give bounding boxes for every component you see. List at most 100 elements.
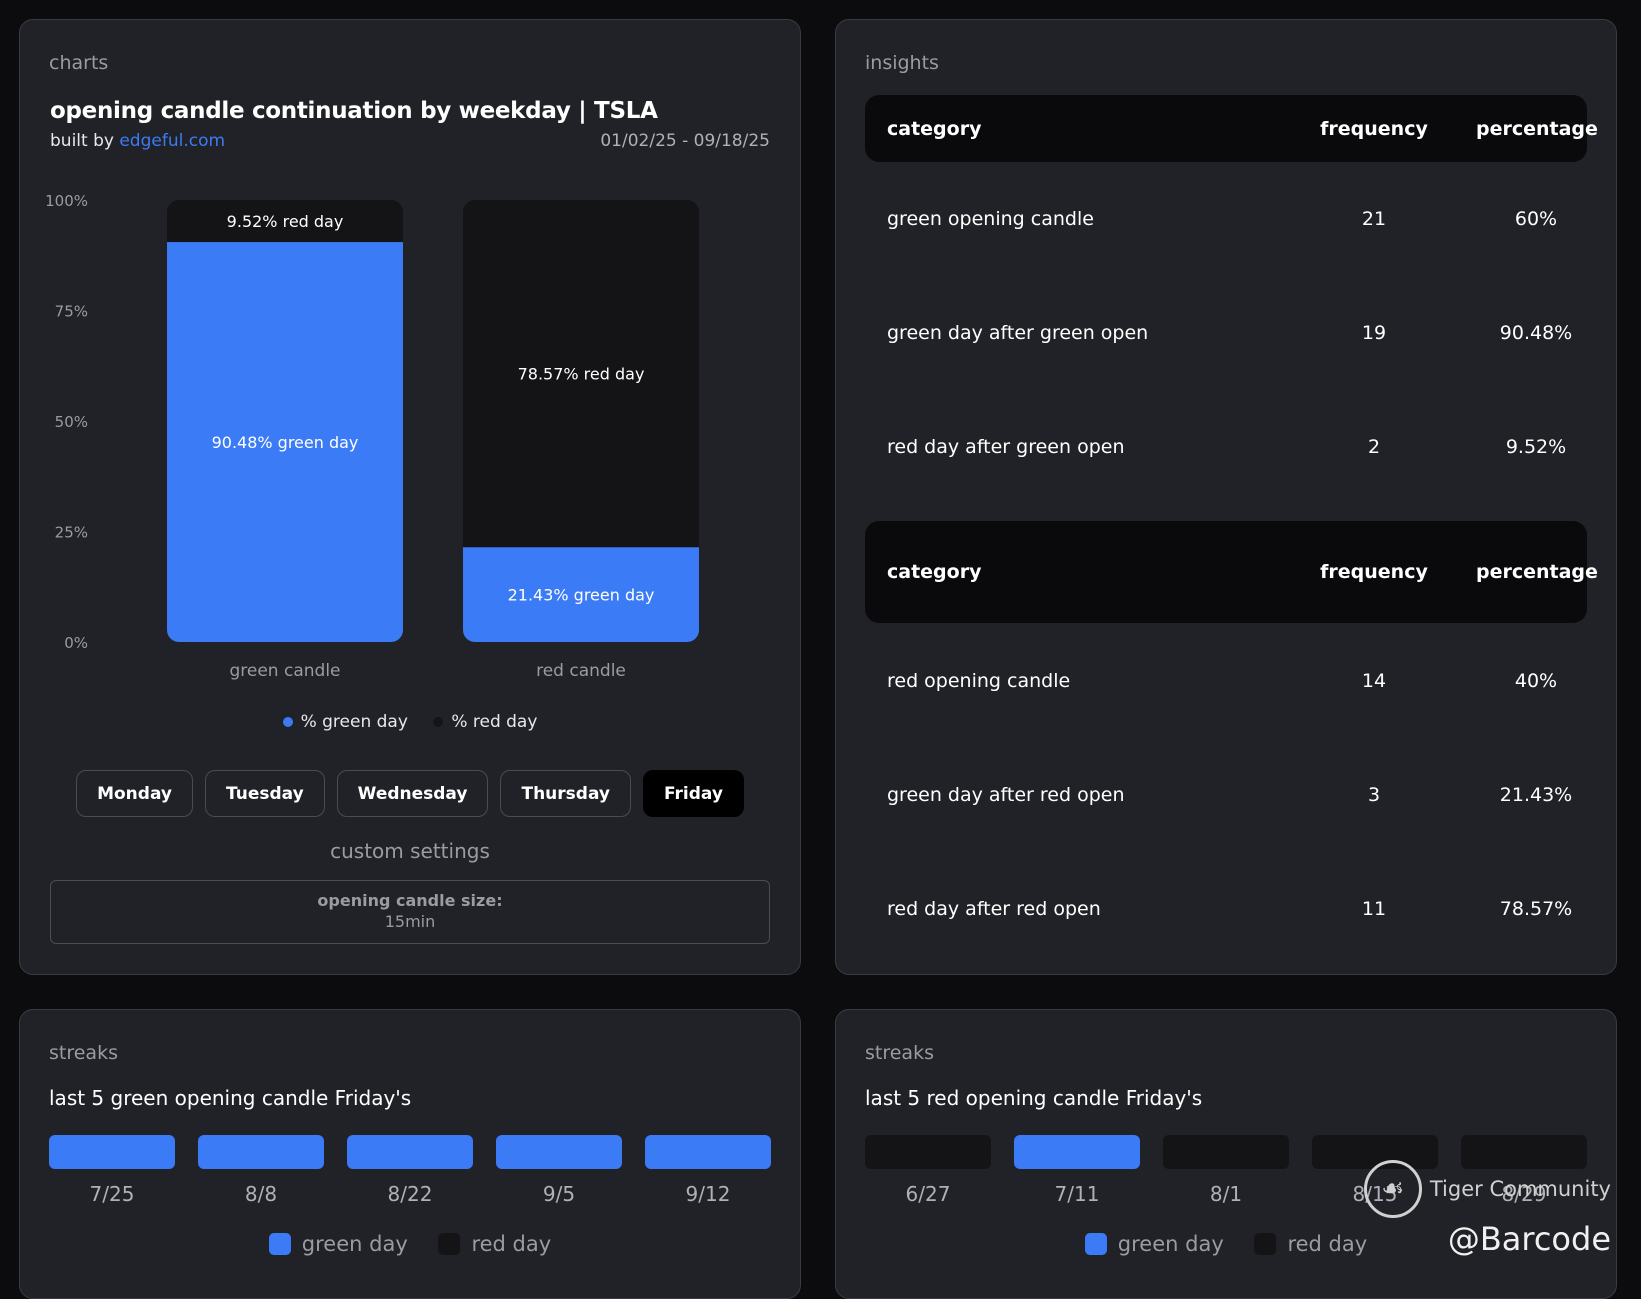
table-row: red day after green open 2 9.52% <box>865 417 1587 477</box>
weekday-button-monday[interactable]: Monday <box>76 770 193 817</box>
table-cell: 40% <box>1514 670 1558 692</box>
streak-date: 8/8 <box>244 1182 278 1206</box>
table-cell: 21.43% <box>1499 784 1573 806</box>
y-tick-label: 0% <box>64 634 88 652</box>
data-label-red: 78.57% red day <box>518 365 645 384</box>
legend-dot-red <box>433 717 444 727</box>
streak-title: last 5 green opening candle Friday's <box>49 1086 412 1110</box>
weekday-button-thursday[interactable]: Thursday <box>500 770 631 817</box>
legend-item-green[interactable]: % green day <box>282 712 408 732</box>
table-row: green day after green open 19 90.48% <box>865 303 1587 363</box>
streak-dates: 7/25 8/8 8/22 9/5 9/12 <box>49 1182 771 1210</box>
watermark-brand: Tiger Community <box>1429 1177 1611 1201</box>
streak-date: 7/25 <box>89 1182 135 1206</box>
table-cell: red opening candle <box>887 670 1071 692</box>
table-row: red day after red open 11 78.57% <box>865 879 1587 939</box>
table-cell: 11 <box>1361 898 1387 920</box>
weekday-selector: Monday Tuesday Wednesday Thursday Friday <box>20 770 800 817</box>
charts-card: charts opening candle continuation by we… <box>19 19 801 975</box>
legend-label: green day <box>301 1232 408 1256</box>
streak-title: last 5 red opening candle Friday's <box>865 1086 1203 1110</box>
streak-bar-green <box>645 1135 771 1169</box>
streak-bar-green <box>1014 1135 1140 1169</box>
stacked-bar-chart: 0% 25% 50% 75% 100% 90.48% green day 9.52% red… <box>45 192 699 681</box>
card-label: charts <box>49 52 109 74</box>
x-category-label: red candle <box>536 661 626 681</box>
table-cell: green day after green open <box>887 322 1149 344</box>
setting-label: opening candle size: <box>317 891 503 910</box>
opening-candle-size-setting[interactable]: opening candle size: 15min <box>50 880 770 944</box>
streak-legend: green day red day <box>20 1232 800 1260</box>
header-cell: frequency <box>1320 117 1428 140</box>
legend-item-green: green day <box>268 1232 408 1256</box>
card-label: insights <box>865 52 939 74</box>
streak-date: 9/5 <box>542 1182 576 1206</box>
legend-swatch-red <box>1254 1233 1277 1255</box>
card-label: streaks <box>49 1042 118 1064</box>
table-cell: 90.48% <box>1499 322 1573 344</box>
legend-label: % green day <box>300 712 408 732</box>
x-category-label: green candle <box>229 661 340 681</box>
table-cell: red day after red open <box>887 898 1101 920</box>
built-by-prefix: built by <box>50 131 114 151</box>
legend-item-green: green day <box>1084 1232 1224 1256</box>
table-row: red opening candle 14 40% <box>865 651 1587 711</box>
insights-card: insights category frequency percentage gree… <box>835 19 1617 975</box>
streak-bars <box>49 1135 771 1169</box>
legend-swatch-green <box>1084 1233 1107 1255</box>
legend-swatch-red <box>438 1233 461 1255</box>
legend-item-red: red day <box>1254 1232 1367 1256</box>
legend-dot-green <box>282 717 293 727</box>
legend-swatch-green <box>268 1233 291 1255</box>
weekday-button-friday[interactable]: Friday <box>642 770 744 817</box>
built-by: built by edgeful.com <box>50 131 225 151</box>
streak-date: 6/27 <box>905 1182 951 1206</box>
y-tick-label: 75% <box>55 303 88 321</box>
data-label-green: 90.48% green day <box>212 433 359 452</box>
y-tick-label: 100% <box>45 192 88 210</box>
streak-bar-red <box>1163 1135 1289 1169</box>
streak-date: 7/11 <box>1054 1182 1100 1206</box>
table-cell: 3 <box>1367 784 1381 806</box>
legend-item-red: red day <box>438 1232 551 1256</box>
header-cell: category <box>887 561 982 583</box>
edgeful-link[interactable]: edgeful.com <box>119 131 225 151</box>
table-header-red: category frequency percentage <box>865 521 1598 623</box>
table-cell: 2 <box>1367 436 1381 458</box>
table-cell: 19 <box>1361 322 1387 344</box>
streaks-green-card: streaks last 5 green opening candle Frid… <box>19 1009 801 1299</box>
table-cell: 9.52% <box>1505 436 1567 458</box>
table-cell: 14 <box>1361 670 1387 692</box>
table-cell: 21 <box>1361 208 1387 230</box>
legend-label: red day <box>1287 1232 1368 1256</box>
weekday-button-wednesday[interactable]: Wednesday <box>336 770 489 817</box>
header-cell: percentage <box>1476 117 1598 140</box>
legend-item-red[interactable]: % red day <box>433 712 537 732</box>
header-cell: category <box>887 117 982 140</box>
streak-date: 8/22 <box>387 1182 433 1206</box>
card-label: streaks <box>865 1042 934 1064</box>
legend-label: green day <box>1117 1232 1224 1256</box>
streak-date: 8/1 <box>1209 1182 1243 1206</box>
watermark: ☙ Tiger Community @Barcode <box>1363 1160 1611 1258</box>
table-cell: 60% <box>1514 208 1558 230</box>
weekday-button-tuesday[interactable]: Tuesday <box>204 770 325 817</box>
table-row: green day after red open 3 21.43% <box>865 765 1587 825</box>
legend-label: % red day <box>451 712 538 732</box>
table-header-green: category frequency percentage <box>865 95 1598 162</box>
y-tick-label: 25% <box>55 524 88 542</box>
header-cell: percentage <box>1476 561 1598 583</box>
data-label-red: 9.52% red day <box>227 212 344 231</box>
table-row: green opening candle 21 60% <box>865 189 1587 249</box>
header-cell: frequency <box>1320 561 1428 583</box>
table-cell: red day after green open <box>887 436 1125 458</box>
streak-bar-green <box>49 1135 175 1169</box>
table-cell: green opening candle <box>887 208 1094 230</box>
streak-date: 9/12 <box>685 1182 731 1206</box>
data-label-green: 21.43% green day <box>508 586 655 605</box>
streak-bar-green <box>198 1135 324 1169</box>
chart-legend: % green day % red day <box>20 712 800 732</box>
y-tick-label: 50% <box>55 413 88 431</box>
tiger-logo-icon: ☙ <box>1363 1160 1422 1218</box>
chart-title: opening candle continuation by weekday |… <box>50 98 658 124</box>
